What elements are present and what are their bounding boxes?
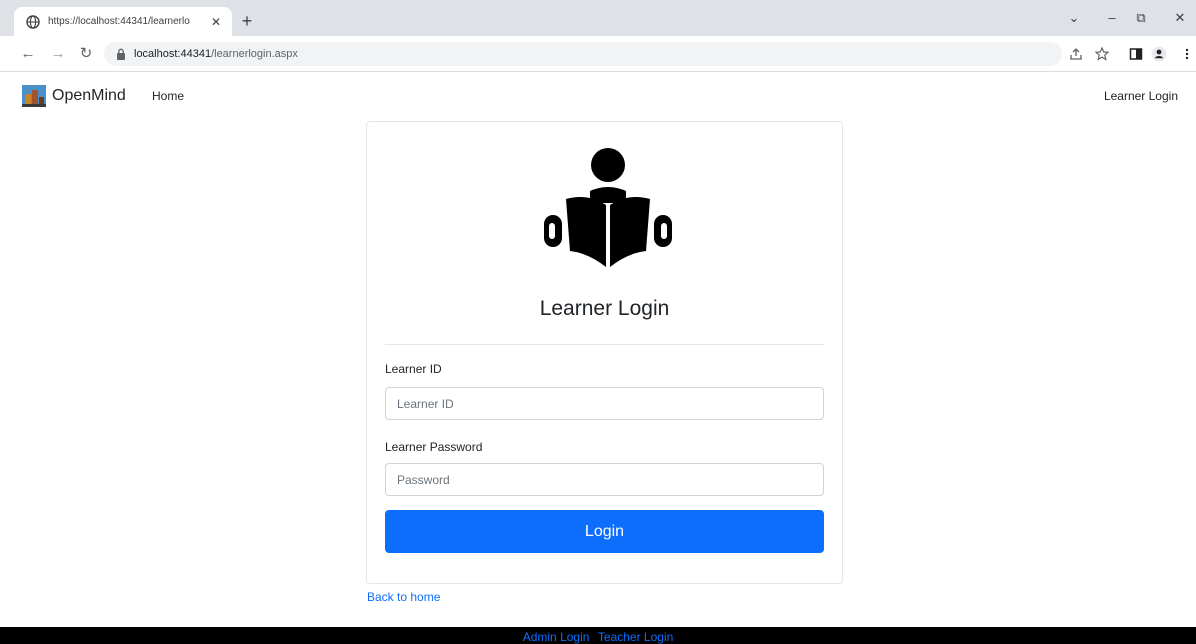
- reader-icon: [544, 148, 672, 267]
- divider: [385, 344, 824, 345]
- nav-learner-login-link[interactable]: Learner Login: [1104, 89, 1178, 103]
- browser-tab[interactable]: https://localhost:44341/learnerlo ✕: [14, 7, 232, 36]
- minimize-icon[interactable]: –: [1100, 10, 1124, 25]
- window-close-icon[interactable]: ✕: [1168, 10, 1192, 26]
- openmind-logo: [22, 85, 46, 107]
- chevron-down-icon[interactable]: ⌄: [1062, 10, 1086, 26]
- share-icon[interactable]: [1068, 46, 1084, 62]
- learner-password-label: Learner Password: [385, 440, 483, 454]
- reload-icon[interactable]: ↻: [77, 45, 95, 63]
- learner-password-input[interactable]: [385, 463, 824, 496]
- lock-icon: [117, 48, 125, 60]
- forward-icon[interactable]: →: [49, 45, 67, 63]
- browser-toolbar: ← → ↻ localhost:44341/learnerlogin.aspx: [0, 36, 1196, 72]
- close-icon[interactable]: ✕: [208, 15, 224, 29]
- footer: Admin Login Teacher Login: [0, 627, 1196, 644]
- restore-icon[interactable]: ⧉: [1129, 10, 1153, 26]
- star-icon[interactable]: [1094, 46, 1110, 62]
- url-path: /learnerlogin.aspx: [211, 48, 298, 60]
- url-host: localhost:44341: [134, 48, 212, 60]
- profile-icon[interactable]: [1151, 46, 1167, 62]
- login-card: Learner Login Learner ID Learner Passwor…: [366, 121, 843, 584]
- brand-link[interactable]: OpenMind: [22, 85, 126, 107]
- tab-title: https://localhost:44341/learnerlo: [48, 16, 190, 27]
- url-text: localhost:44341/learnerlogin.aspx: [134, 48, 298, 60]
- brand-name: OpenMind: [52, 87, 126, 104]
- admin-login-link[interactable]: Admin Login: [523, 630, 590, 644]
- menu-icon[interactable]: [1182, 46, 1192, 62]
- back-to-home-link[interactable]: Back to home: [367, 590, 440, 604]
- login-button[interactable]: Login: [385, 510, 824, 553]
- new-tab-button[interactable]: +: [236, 10, 258, 32]
- back-icon[interactable]: ←: [19, 45, 37, 63]
- nav-home-link[interactable]: Home: [152, 89, 184, 103]
- learner-id-input[interactable]: [385, 387, 824, 420]
- site-navbar: OpenMind Home Learner Login: [0, 80, 1196, 114]
- login-title: Learner Login: [539, 297, 670, 320]
- sidepanel-icon[interactable]: [1128, 46, 1144, 62]
- address-bar[interactable]: localhost:44341/learnerlogin.aspx: [104, 42, 1062, 66]
- teacher-login-link[interactable]: Teacher Login: [598, 630, 673, 644]
- browser-tabstrip: https://localhost:44341/learnerlo ✕ + ⌄ …: [0, 0, 1196, 36]
- learner-id-label: Learner ID: [385, 362, 442, 376]
- globe-icon: [26, 14, 40, 29]
